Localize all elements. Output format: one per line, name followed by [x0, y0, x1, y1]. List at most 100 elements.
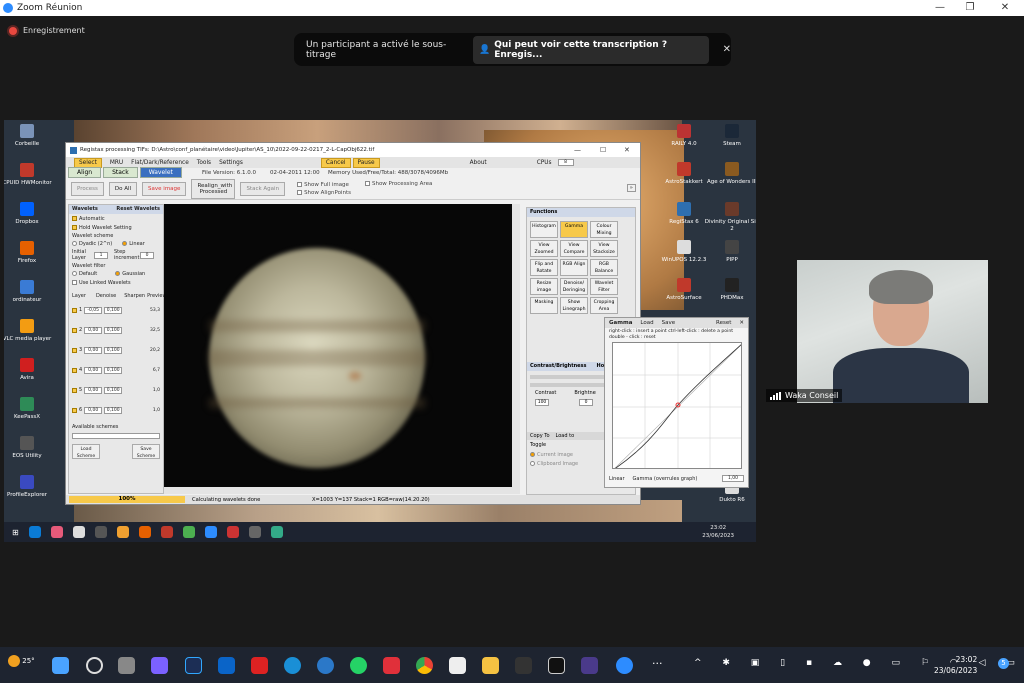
function-button[interactable]: Colour Mixing [590, 221, 618, 238]
minimize-button[interactable]: — [925, 0, 955, 16]
layer-checkbox[interactable] [72, 347, 77, 353]
image-vscrollbar[interactable] [512, 204, 520, 494]
gamma-load-button[interactable]: Load [640, 320, 653, 326]
tab-align[interactable]: Align [68, 167, 102, 178]
registax-maximize-button[interactable]: ☐ [600, 143, 606, 157]
desktop-icon[interactable]: Divinity Original Sin 2 [704, 202, 756, 233]
function-button[interactable]: Histogram [530, 221, 558, 238]
default-radio[interactable] [72, 271, 77, 276]
sharpen-input[interactable]: 0,100 [104, 306, 123, 314]
show-full-image-checkbox[interactable] [297, 181, 303, 187]
menu-settings[interactable]: Settings [219, 160, 243, 166]
schemes-select[interactable] [72, 432, 160, 439]
gamma-reset-button[interactable]: Reset [716, 320, 731, 326]
desktop-icon[interactable]: Steam [704, 124, 756, 148]
layer-checkbox[interactable] [72, 307, 77, 313]
initial-layer-input[interactable]: 1 [94, 251, 108, 259]
outlook-icon[interactable] [218, 657, 235, 674]
participant-video[interactable] [797, 260, 988, 403]
dyadic-radio[interactable] [72, 241, 77, 246]
cpus-select[interactable]: 8 [557, 159, 574, 166]
maximize-button[interactable]: ❐ [955, 0, 985, 16]
more-icon[interactable]: ··· [652, 657, 663, 670]
zoom-taskbar-icon[interactable] [616, 657, 633, 674]
pause-button[interactable]: Pause [352, 157, 380, 168]
menu-about[interactable]: About [470, 160, 487, 166]
start-icon[interactable] [52, 657, 69, 674]
function-button[interactable]: Show Linegraph [560, 297, 588, 314]
save-scheme-button[interactable]: Save Scheme [132, 443, 160, 459]
function-button[interactable]: Flip and Rotate [530, 259, 558, 276]
app-icon[interactable] [581, 657, 598, 674]
sharpen-input[interactable]: 0,100 [104, 326, 123, 334]
close-button[interactable]: ✕ [990, 0, 1020, 16]
file-explorer-icon[interactable] [482, 657, 499, 674]
menu-select[interactable]: Select [74, 157, 102, 168]
close-notification-icon[interactable]: ✕ [723, 44, 731, 55]
denoise-input[interactable]: 0,00 [84, 366, 103, 374]
linear-button[interactable]: Linear [609, 476, 625, 482]
function-button[interactable]: Gamma [560, 221, 588, 238]
registax-close-button[interactable]: ✕ [624, 143, 630, 157]
brightness-input[interactable]: 0 [579, 399, 593, 406]
sharpen-input[interactable]: 0,100 [104, 406, 123, 414]
b-app-icon[interactable] [383, 657, 400, 674]
contrast-input[interactable]: 100 [535, 399, 549, 406]
load-to-tab[interactable]: Load to [556, 433, 575, 439]
function-button[interactable]: View Stacksize [590, 240, 618, 257]
gaussian-radio[interactable] [115, 271, 121, 276]
function-button[interactable]: View Compare [560, 240, 588, 257]
chrome-icon[interactable] [416, 657, 433, 674]
transcript-visibility-button[interactable]: 👤 Qui peut voir cette transcription ? Enr… [472, 35, 709, 64]
save-image-button[interactable]: Save image [142, 181, 187, 196]
expand-icon[interactable]: » [626, 184, 636, 192]
search-icon[interactable] [86, 657, 103, 674]
sharpen-input[interactable]: 0,100 [104, 346, 123, 354]
function-button[interactable]: Cropping Area [590, 297, 618, 314]
denoise-input[interactable]: 0,00 [84, 346, 103, 354]
layer-checkbox[interactable] [72, 407, 77, 413]
realign-button[interactable]: Realign_with Processed [191, 178, 236, 199]
function-button[interactable]: View Zoomed [530, 240, 558, 257]
tab-stack[interactable]: Stack [103, 167, 138, 178]
taskbar-clock[interactable]: 23:02 23/06/2023 [934, 654, 977, 676]
load-scheme-button[interactable]: Load Scheme [72, 443, 100, 459]
layer-checkbox[interactable] [72, 387, 77, 393]
menu-mru[interactable]: MRU [110, 160, 123, 166]
function-button[interactable]: RGB Balance [590, 259, 618, 276]
copy-to-tab[interactable]: Copy To [530, 433, 550, 439]
desktop-icon[interactable]: VLC media player [4, 319, 55, 343]
desktop-icon[interactable]: KeePassX [4, 397, 55, 421]
menu-tools[interactable]: Tools [197, 160, 211, 166]
photoshop-icon[interactable] [185, 657, 202, 674]
k-app-icon[interactable] [515, 657, 532, 674]
gamma-value-input[interactable]: 1,00 [722, 475, 744, 482]
desktop-icon[interactable]: PIPP [704, 240, 756, 264]
menu-flat-dark[interactable]: Flat/Dark/Reference [131, 160, 189, 166]
weather-widget[interactable]: 25° [8, 655, 35, 667]
desktop-icon[interactable]: ordinateur [4, 280, 55, 304]
linear-radio[interactable] [122, 241, 128, 246]
app-icon[interactable] [548, 657, 565, 674]
process-button[interactable]: Process [71, 181, 104, 196]
desktop-icon[interactable]: Dropbox [4, 202, 55, 226]
function-button[interactable]: Denoise/ Deringing [560, 278, 588, 295]
step-increment-input[interactable]: 0 [140, 251, 154, 259]
denoise-input[interactable]: 0,00 [84, 386, 103, 394]
show-processing-area-checkbox[interactable] [364, 181, 370, 186]
layer-checkbox[interactable] [72, 327, 77, 333]
desktop-icon[interactable]: CPUID HWMonitor [4, 163, 55, 187]
desktop-icon[interactable]: Firefox [4, 241, 55, 265]
tab-wavelet[interactable]: Wavelet [139, 167, 182, 178]
desktop-icon[interactable]: PHDMax [704, 278, 756, 302]
stack-again-button[interactable]: Stack Again [240, 181, 286, 196]
recording-indicator[interactable]: Enregistrement [9, 26, 85, 35]
edge-icon[interactable] [284, 657, 301, 674]
whatsapp-icon[interactable] [350, 657, 367, 674]
task-view-icon[interactable] [118, 657, 135, 674]
cancel-button[interactable]: Cancel [320, 157, 351, 168]
current-image-radio[interactable] [530, 452, 535, 457]
automatic-checkbox[interactable] [72, 216, 77, 221]
denoise-input[interactable]: 0,00 [84, 326, 103, 334]
function-button[interactable]: Masking [530, 297, 558, 314]
